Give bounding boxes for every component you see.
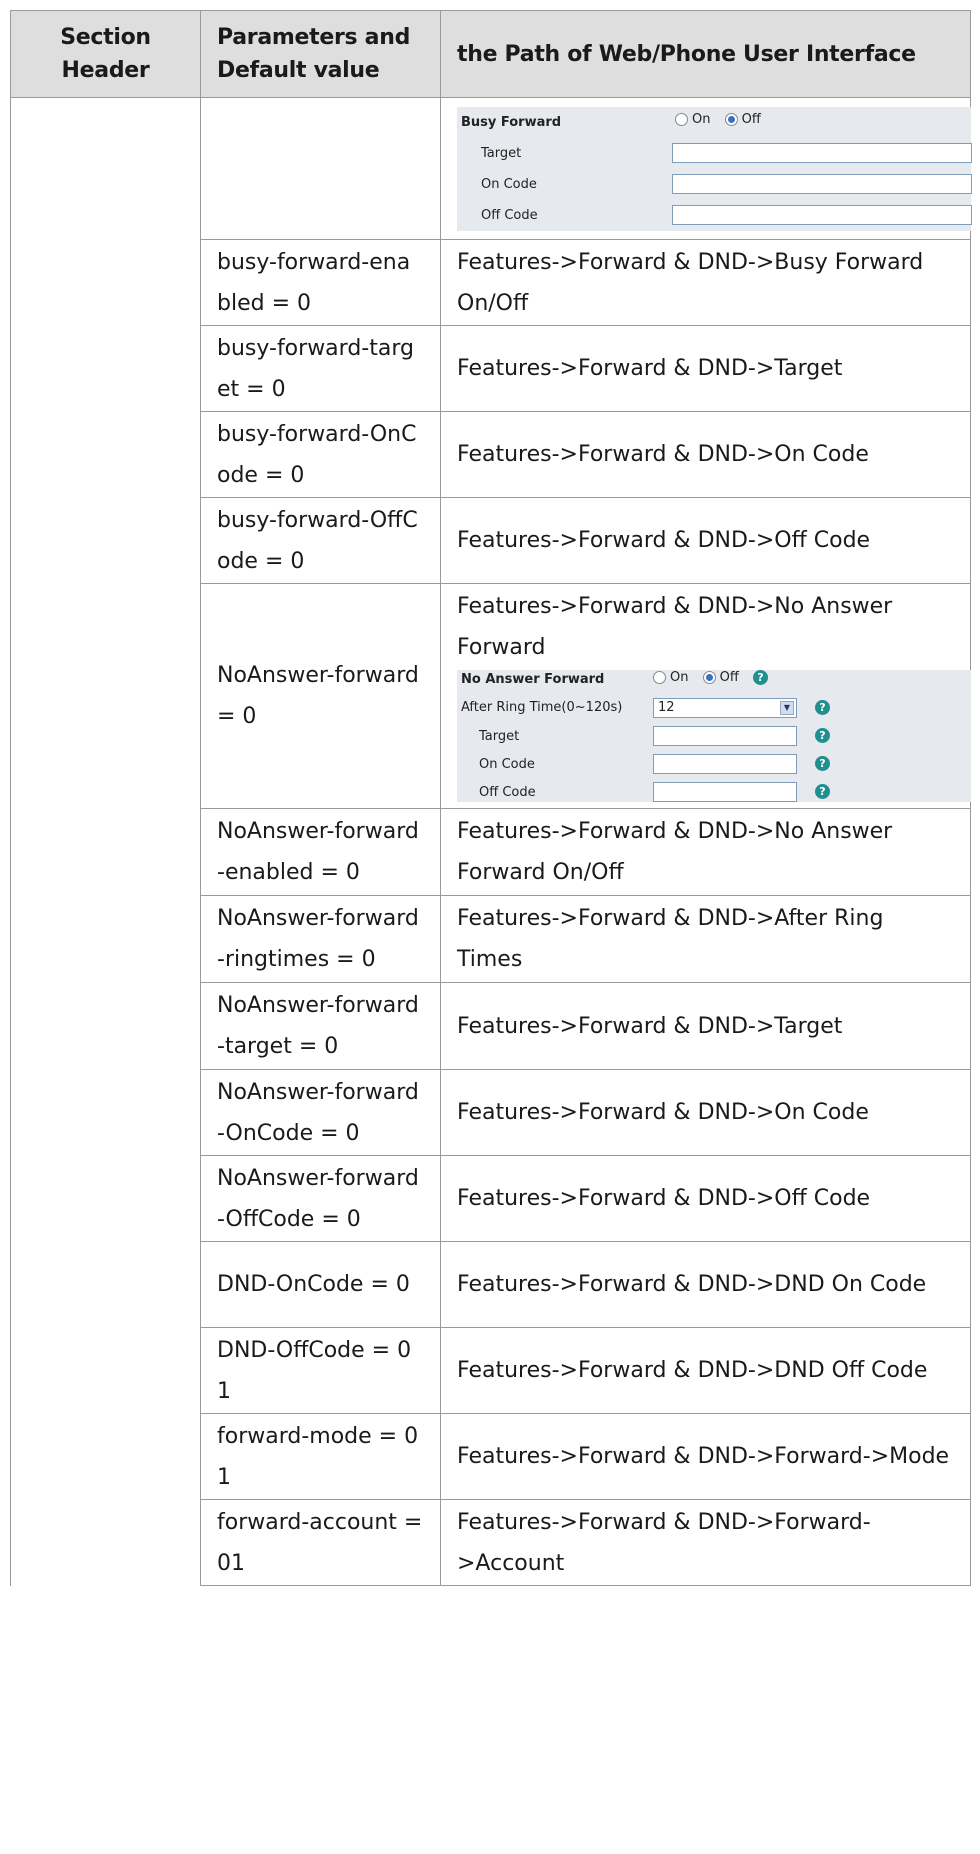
target-label: Target: [479, 729, 520, 744]
table-row: Busy Forward On Off Target On Code Off C…: [10, 97, 972, 1586]
panel-row-on-code: On Code ?: [457, 750, 971, 778]
busy-forward-title: Busy Forward: [461, 114, 562, 130]
panel-row-title: No Answer Forward On Off ?: [457, 670, 971, 694]
header-path: the Path of Web/Phone User Interface: [440, 10, 971, 98]
param-cell: NoAnswer-forward = 0: [200, 583, 441, 809]
panel-row-off-code: Off Code: [457, 200, 972, 231]
noanswer-title: No Answer Forward: [461, 672, 605, 687]
panel-row-off-code: Off Code ?: [457, 778, 971, 802]
radio-off-option[interactable]: Off: [724, 111, 761, 127]
param-cell: busy-forward-OnCode = 0: [200, 411, 441, 498]
target-input[interactable]: [653, 726, 797, 746]
target-label: Target: [481, 145, 522, 161]
path-cell: Busy Forward On Off Target On Code Off C…: [440, 97, 972, 240]
help-icon[interactable]: ?: [752, 670, 768, 685]
param-cell: forward-mode = 01: [200, 1413, 441, 1500]
table-header-row: Section Header Parameters and Default va…: [10, 10, 971, 98]
panel-row-target: Target: [457, 138, 972, 169]
path-cell: Features->Forward & DND->Target: [440, 982, 971, 1070]
radio-off-icon[interactable]: [724, 112, 738, 126]
path-text: Features->Forward & DND->No Answer Forwa…: [457, 594, 893, 660]
radio-off-label: Off: [741, 111, 761, 127]
param-cell: DND-OffCode = 01: [200, 1327, 441, 1414]
path-cell: Features->Forward & DND->No Answer Forwa…: [440, 583, 971, 809]
path-cell: Features->Forward & DND->After Ring Time…: [440, 895, 971, 983]
header-section: Section Header: [10, 10, 201, 98]
on-code-label: On Code: [479, 757, 535, 772]
path-cell: Features->Forward & DND->DND Off Code: [440, 1327, 971, 1414]
help-icon[interactable]: ?: [815, 728, 830, 743]
panel-row-on-code: On Code: [457, 169, 972, 200]
path-cell: Features->Forward & DND->Forward->Mode: [440, 1413, 971, 1500]
parameter-table: Section Header Parameters and Default va…: [10, 10, 972, 1586]
param-cell: NoAnswer-forward-enabled = 0: [200, 808, 441, 896]
radio-on-icon[interactable]: [675, 112, 688, 126]
chevron-down-icon[interactable]: ▼: [780, 701, 794, 715]
param-cell: NoAnswer-forward-OnCode = 0: [200, 1069, 441, 1156]
param-cell: busy-forward-enabled = 0: [200, 239, 441, 326]
radio-off-label: Off: [719, 670, 739, 685]
path-cell: Features->Forward & DND->Off Code: [440, 497, 971, 584]
radio-off-option[interactable]: Off: [702, 670, 739, 685]
radio-off-icon[interactable]: [702, 671, 716, 684]
path-cell: Features->Forward & DND->DND On Code: [440, 1241, 971, 1328]
panel-row-title: Busy Forward On Off: [457, 107, 971, 138]
section-header-cell: [10, 97, 201, 1586]
off-code-input[interactable]: [672, 204, 972, 225]
param-cell: busy-forward-target = 0: [200, 325, 441, 412]
noanswer-forward-panel: No Answer Forward On Off ? After Ring Ti…: [457, 670, 971, 802]
on-code-input[interactable]: [653, 754, 797, 774]
radio-on-option[interactable]: On: [653, 670, 688, 685]
path-cell: Features->Forward & DND->Forward->Accoun…: [440, 1499, 971, 1586]
param-cell: NoAnswer-forward-target = 0: [200, 982, 441, 1070]
radio-on-label: On: [670, 670, 689, 685]
busy-forward-panel: Busy Forward On Off Target On Code Off C…: [457, 106, 972, 231]
busy-forward-radio-group: On Off: [675, 112, 771, 127]
on-code-label: On Code: [481, 176, 537, 192]
noanswer-radio-group: On Off ?: [653, 670, 768, 685]
off-code-label: Off Code: [481, 207, 538, 223]
path-cell: Features->Forward & DND->Busy Forward On…: [440, 239, 971, 326]
param-cell: busy-forward-OffCode = 0: [200, 497, 441, 584]
ring-time-value: 12: [658, 700, 675, 715]
off-code-label: Off Code: [479, 785, 536, 800]
radio-on-label: On: [692, 111, 711, 127]
help-icon[interactable]: ?: [815, 756, 830, 771]
off-code-input[interactable]: [653, 782, 797, 802]
param-cell: NoAnswer-forward-ringtimes = 0: [200, 895, 441, 983]
path-cell: Features->Forward & DND->Off Code: [440, 1155, 971, 1242]
param-cell-empty: [200, 97, 441, 240]
target-input[interactable]: [672, 142, 972, 163]
help-icon[interactable]: ?: [815, 700, 830, 715]
ring-time-label: After Ring Time(0~120s): [461, 700, 623, 715]
param-cell: forward-account = 01: [200, 1499, 441, 1586]
param-cell: NoAnswer-forward-OffCode = 0: [200, 1155, 441, 1242]
ring-time-select[interactable]: 12 ▼: [653, 698, 797, 718]
path-cell: Features->Forward & DND->Target: [440, 325, 971, 412]
help-icon[interactable]: ?: [815, 784, 830, 799]
path-cell: Features->Forward & DND->On Code: [440, 411, 971, 498]
path-cell: Features->Forward & DND->On Code: [440, 1069, 971, 1156]
path-cell: Features->Forward & DND->No Answer Forwa…: [440, 808, 971, 896]
panel-row-target: Target ?: [457, 722, 971, 750]
on-code-input[interactable]: [672, 173, 972, 194]
radio-on-icon[interactable]: [653, 671, 666, 684]
header-parameters: Parameters and Default value: [200, 10, 441, 98]
panel-row-ring-time: After Ring Time(0~120s) 12 ▼ ?: [457, 694, 971, 722]
param-cell: DND-OnCode = 0: [200, 1241, 441, 1328]
radio-on-option[interactable]: On: [675, 112, 710, 127]
